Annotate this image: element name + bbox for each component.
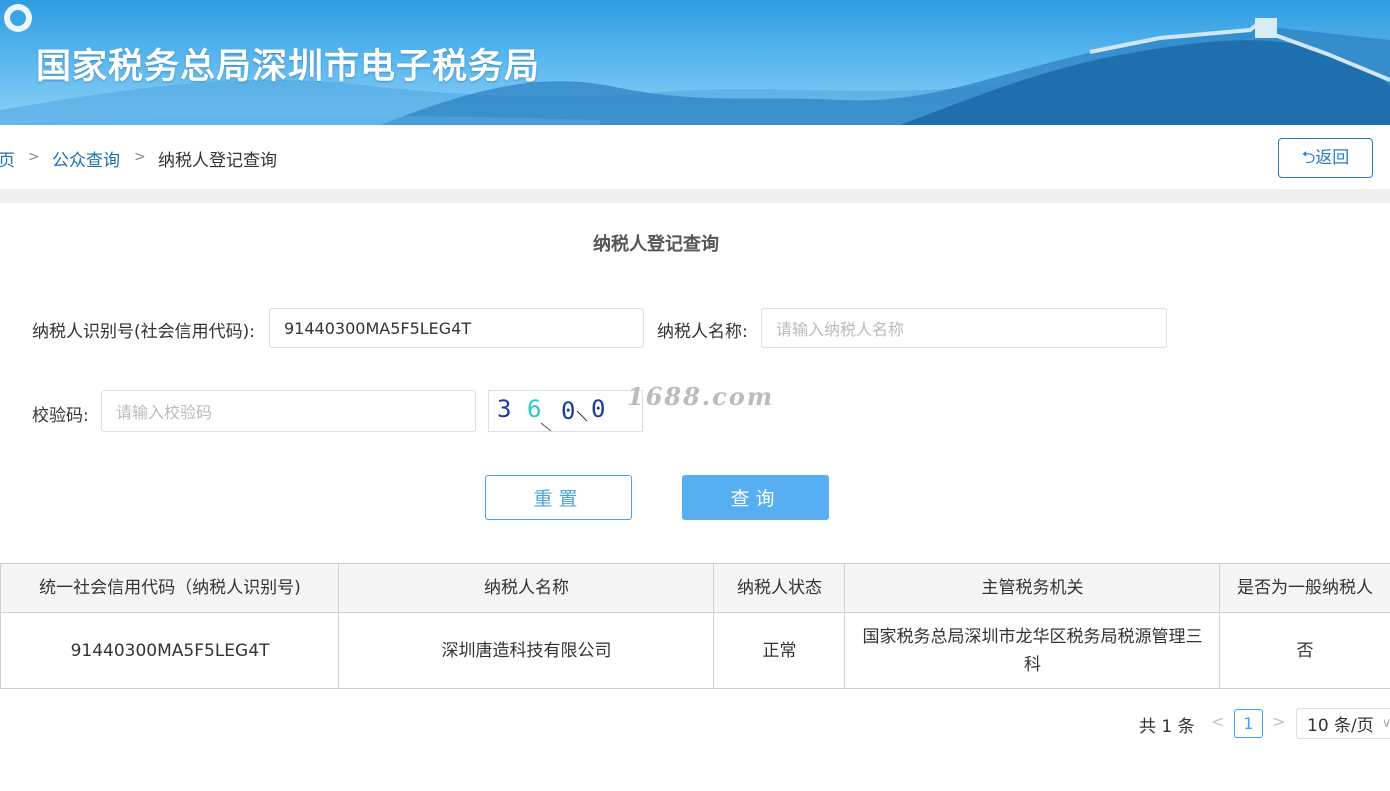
captcha-char: 3 <box>497 395 511 423</box>
query-button[interactable]: 查询 <box>682 475 829 520</box>
taxpayer-id-input[interactable]: 91440300MA5F5LEG4T <box>269 308 644 348</box>
pagination-current-page[interactable]: 1 <box>1234 709 1263 738</box>
page-title: 纳税人登记查询 <box>593 234 719 255</box>
chevron-down-icon: ∨ <box>1381 716 1390 731</box>
breadcrumb-public-query[interactable]: 公众查询 <box>52 146 120 171</box>
captcha-char: 6 <box>527 395 541 423</box>
captcha-char: 0 <box>591 395 605 423</box>
table-header-cell: 是否为一般纳税人 <box>1219 564 1390 612</box>
table-cell: 91440300MA5F5LEG4T <box>0 613 339 688</box>
page-size-select[interactable]: 10 条/页 ∨ <box>1296 708 1390 739</box>
table-header-row: 统一社会信用代码（纳税人识别号) 纳税人名称 纳税人状态 主管税务机关 是否为一… <box>0 564 1390 613</box>
watermark: 1688.com <box>627 382 775 411</box>
breadcrumb-current: 纳税人登记查询 <box>158 151 277 171</box>
taxpayer-name-input[interactable]: 请输入纳税人名称 <box>761 308 1167 348</box>
page-size-value: 10 条/页 <box>1307 716 1374 736</box>
table-header-cell: 统一社会信用代码（纳税人识别号) <box>0 564 339 612</box>
results-table: 统一社会信用代码（纳税人识别号) 纳税人名称 纳税人状态 主管税务机关 是否为一… <box>0 563 1390 689</box>
chevron-left-icon[interactable]: < <box>1211 712 1224 731</box>
table-cell: 国家税务总局深圳市龙华区税务局税源管理三科 <box>844 613 1220 688</box>
table-cell: 否 <box>1219 613 1390 688</box>
back-button[interactable]: ⮌返回 <box>1278 138 1373 178</box>
table-cell: 深圳唐造科技有限公司 <box>338 613 714 688</box>
pagination-total: 共 1 条 <box>1139 717 1195 737</box>
table-header-cell: 主管税务机关 <box>844 564 1220 612</box>
table-header-cell: 纳税人状态 <box>713 564 845 612</box>
table-header-cell: 纳税人名称 <box>338 564 714 612</box>
divider <box>0 189 1390 203</box>
taxpayer-id-label: 纳税人识别号(社会信用代码): <box>32 322 255 342</box>
captcha-input[interactable]: 请输入校验码 <box>101 390 476 432</box>
captcha-image[interactable]: 3 6 0 0 <box>488 390 643 432</box>
site-title: 国家税务总局深圳市电子税务局 <box>36 47 541 87</box>
breadcrumb-home[interactable]: 页 <box>0 146 15 171</box>
emblem-icon <box>4 4 32 32</box>
taxpayer-name-label: 纳税人名称: <box>657 322 748 342</box>
captcha-char: 0 <box>561 397 575 425</box>
table-row: 91440300MA5F5LEG4T 深圳唐造科技有限公司 正常 国家税务总局深… <box>0 613 1390 689</box>
chevron-right-icon[interactable]: > <box>1272 712 1285 731</box>
captcha-label: 校验码: <box>32 406 89 426</box>
reset-button[interactable]: 重置 <box>485 475 632 520</box>
table-cell: 正常 <box>713 613 845 688</box>
header-banner: 国家税务总局深圳市电子税务局 <box>0 0 1390 125</box>
breadcrumb-separator: > <box>28 149 40 165</box>
breadcrumb-separator: > <box>134 149 146 165</box>
